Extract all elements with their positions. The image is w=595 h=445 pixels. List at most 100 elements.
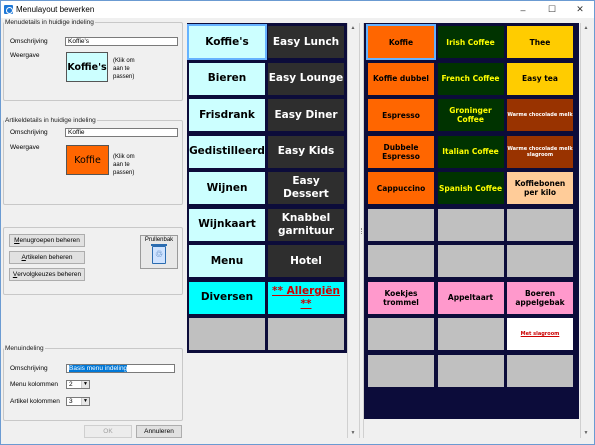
article-tile-spanish-coffee[interactable]: Spanish Coffee (437, 172, 504, 204)
menu-group-tile-knabbel-garnituur[interactable]: Knabbel garnituur (268, 208, 344, 241)
ok-button-label: OK (103, 428, 113, 435)
maximize-button[interactable]: ☐ (539, 1, 565, 18)
menu-columns-label: Menu kolommen (10, 381, 59, 388)
menu-group-tile-wijnkaart[interactable]: Wijnkaart (189, 208, 265, 241)
splitter-grip-icon (361, 228, 363, 234)
menu-group-tile-frisdrank[interactable]: Frisdrank (189, 99, 265, 131)
followup-button[interactable]: Vervolgkeuzes beheren (9, 268, 85, 281)
ok-button[interactable]: OK (84, 425, 132, 438)
menu-group-tile-easy-lunch[interactable]: Easy Lunch (268, 26, 344, 58)
minimize-button[interactable]: – (510, 1, 536, 18)
article-tile-empty[interactable] (507, 354, 573, 387)
menu-groups-button-label: enugroepen beheren (19, 237, 80, 244)
menu-group-tile-hotel[interactable]: Hotel (268, 245, 344, 277)
article-columns-value: 3 (69, 398, 73, 405)
menu-description-input[interactable]: Koffie's (65, 37, 178, 46)
menu-groups-button[interactable]: Menugroepen beheren (9, 234, 85, 247)
trash-dropzone[interactable]: Prullenbak (140, 235, 178, 269)
menu-group-tile-empty[interactable] (268, 318, 344, 350)
article-details-legend: Artikeldetails in huidige indeling (5, 117, 96, 124)
close-button[interactable]: ✕ (567, 1, 593, 18)
menu-group-tile-easy-kids[interactable]: Easy Kids (268, 135, 344, 168)
article-tile-easy-tea[interactable]: Easy tea (507, 62, 573, 95)
article-tile-empty[interactable] (437, 354, 504, 387)
layout-description-input[interactable]: Basis menu indeling (66, 364, 175, 373)
article-tile-empty[interactable] (368, 245, 434, 277)
trash-bin-icon (151, 244, 167, 264)
layout-description-value: Basis menu indeling (69, 365, 128, 372)
article-columns-select[interactable]: 3 ▼ (66, 397, 90, 406)
menu-description-label: Omschrijving (10, 38, 48, 45)
article-tile-irish-coffee[interactable]: Irish Coffee (437, 26, 504, 58)
followup-button-label: ervolgkeuzes beheren (17, 271, 82, 278)
menu-group-tile-easy-dessert[interactable]: Easy Dessert (268, 172, 344, 204)
chevron-down-icon: ▼ (81, 398, 89, 405)
menu-group-tile-empty[interactable] (189, 318, 265, 350)
article-tile-koffie[interactable]: Koffie (366, 24, 436, 60)
article-display-preview[interactable]: Koffie (66, 145, 109, 175)
article-display-hint: (Klik om aan te passen) (113, 154, 135, 176)
menu-display-label: Weergave (10, 52, 40, 59)
article-tile-french-coffee[interactable]: French Coffee (437, 62, 504, 95)
article-tile-koffie-dubbel[interactable]: Koffie dubbel (368, 62, 434, 95)
menu-group-tile-allergien[interactable]: ** Allergiën ** (268, 281, 344, 314)
menu-group-tile-gedistilleerd[interactable]: Gedistilleerd (189, 135, 265, 168)
article-tile-thee[interactable]: Thee (507, 26, 573, 58)
menu-group-tile-wijnen[interactable]: Wijnen (189, 172, 265, 204)
article-tile-empty[interactable] (368, 354, 434, 387)
article-tile-cappuccino[interactable]: Cappuccino (368, 172, 434, 204)
window-title: Menulayout bewerken (16, 5, 95, 14)
menu-layout-legend: Menuindeling (5, 345, 44, 352)
scroll-down-icon[interactable]: ▼ (348, 428, 358, 438)
article-tile-boeren-appelgebak[interactable]: Boeren appelgebak (507, 281, 573, 314)
dialog-window: Menulayout bewerken – ☐ ✕ Menudetails in… (0, 0, 595, 445)
article-tile-appeltaart[interactable]: Appeltaart (437, 281, 504, 314)
article-tile-dubbele-espresso[interactable]: Dubbele Espresso (368, 135, 434, 168)
menu-display-preview[interactable]: Koffie's (66, 52, 108, 82)
menu-columns-select[interactable]: 2 ▼ (66, 380, 90, 389)
article-grid: Koffie Irish Coffee Thee Koffie dubbel Frenc… (364, 23, 579, 419)
article-tile-groninger-coffee[interactable]: Groninger Coffee (437, 99, 504, 131)
cancel-button[interactable]: Annuleren (136, 425, 182, 438)
scroll-down-icon[interactable]: ▼ (581, 428, 591, 438)
menu-group-tile-diversen[interactable]: Diversen (189, 281, 265, 314)
article-display-label: Weergave (10, 144, 40, 151)
app-icon (4, 5, 13, 14)
menu-display-hint: (Klik om aan te passen) (113, 58, 135, 80)
article-tile-koekjes-trommel[interactable]: Koekjes trommel (368, 281, 434, 314)
articles-button[interactable]: Artikelen beheren (9, 251, 85, 264)
article-tile-warme-chocolade-melk[interactable]: Warme chocolade melk (507, 99, 573, 131)
article-tile-empty[interactable] (507, 245, 573, 277)
scroll-up-icon[interactable]: ▲ (348, 23, 358, 33)
article-tile-koffiebonen-per-kilo[interactable]: Koffiebonen per kilo (507, 172, 573, 204)
menu-columns-value: 2 (69, 381, 73, 388)
article-tile-empty[interactable] (437, 245, 504, 277)
cancel-button-label: Annuleren (144, 428, 174, 435)
menu-group-tile-easy-lounge[interactable]: Easy Lounge (268, 62, 344, 95)
chevron-down-icon: ▼ (81, 381, 89, 388)
article-tile-empty[interactable] (368, 208, 434, 241)
menu-group-tile-easy-diner[interactable]: Easy Diner (268, 99, 344, 131)
article-tile-espresso[interactable]: Espresso (368, 99, 434, 131)
trash-label: Prullenbak (144, 237, 174, 243)
article-tile-empty[interactable] (368, 318, 434, 350)
article-tile-italian-coffee[interactable]: Italian Coffee (437, 135, 504, 168)
articles-button-label: rtikelen beheren (25, 254, 73, 261)
article-description-input[interactable]: Koffie (65, 128, 178, 137)
menu-group-scrollbar[interactable]: ▲ ▼ (347, 23, 358, 438)
article-description-label: Omschrijving (10, 129, 48, 136)
scroll-up-icon[interactable]: ▲ (581, 23, 591, 33)
article-scrollbar[interactable]: ▲ ▼ (580, 23, 591, 438)
article-tile-warme-chocolade-melk-slagroom[interactable]: Warme chocolade melk slagroom (507, 135, 573, 168)
article-tile-empty[interactable] (437, 208, 504, 241)
menu-details-legend: Menudetails in huidige indeling (5, 19, 94, 26)
menu-group-grid: Koffie's Easy Lunch Bieren Easy Lounge Frisd… (187, 23, 347, 353)
article-tile-empty[interactable] (437, 318, 504, 350)
menu-group-tile-bieren[interactable]: Bieren (189, 62, 265, 95)
article-columns-label: Artikel kolommen (10, 398, 60, 405)
article-tile-empty[interactable] (507, 208, 573, 241)
title-bar[interactable]: Menulayout bewerken – ☐ ✕ (1, 1, 594, 18)
menu-group-tile-koffie-s[interactable]: Koffie's (187, 24, 267, 60)
article-tile-met-slagroom[interactable]: Met slagroom (507, 318, 573, 350)
menu-group-tile-menu[interactable]: Menu (189, 245, 265, 277)
